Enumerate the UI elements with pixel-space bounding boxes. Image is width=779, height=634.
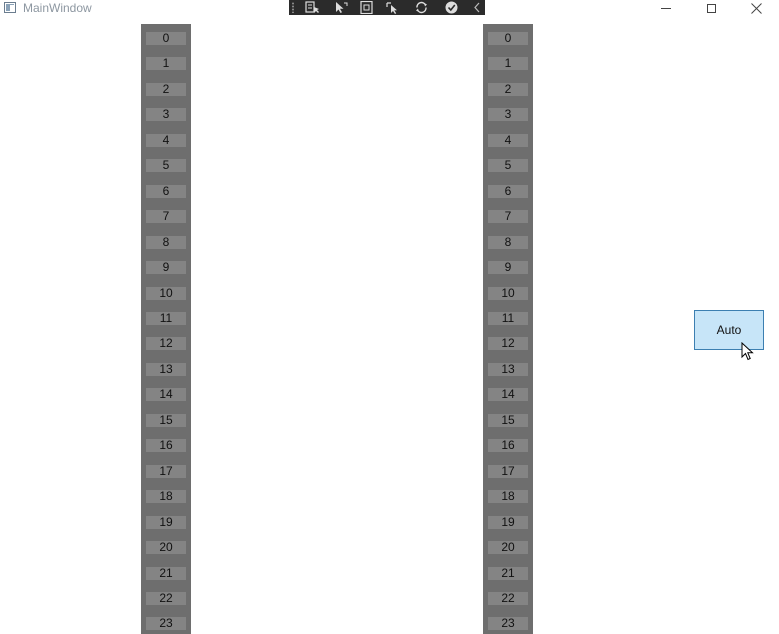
binding-failures-button[interactable] (440, 0, 462, 15)
mouse-cursor-icon (741, 342, 754, 361)
left-list-item[interactable]: 20 (146, 541, 186, 554)
right-list-item[interactable]: 22 (488, 592, 528, 605)
right-list-item[interactable]: 0 (488, 32, 528, 45)
display-layout-adorners-icon (359, 1, 373, 14)
left-list-item[interactable]: 7 (146, 210, 186, 223)
right-list-item[interactable]: 11 (488, 312, 528, 325)
minimize-button[interactable] (643, 0, 689, 17)
right-list-item[interactable]: 7 (488, 210, 528, 223)
left-list-item[interactable]: 0 (146, 32, 186, 45)
right-list-item[interactable]: 14 (488, 388, 528, 401)
left-list-item[interactable]: 19 (146, 516, 186, 529)
left-list-item[interactable]: 12 (146, 337, 186, 350)
right-list-item[interactable]: 15 (488, 414, 528, 427)
left-list-item[interactable]: 13 (146, 363, 186, 376)
display-layout-adorners-button[interactable] (355, 0, 377, 15)
left-list[interactable]: 0 1 2 3 4 5 6 7 8 9 10 11 12 13 14 15 16… (141, 24, 191, 634)
right-list-item[interactable]: 10 (488, 287, 528, 300)
left-list-item[interactable]: 17 (146, 465, 186, 478)
left-list-item[interactable]: 1 (146, 57, 186, 70)
track-focused-element-button[interactable] (381, 0, 403, 15)
left-list-item[interactable]: 8 (146, 236, 186, 249)
right-list-item[interactable]: 19 (488, 516, 528, 529)
right-list-item[interactable]: 21 (488, 567, 528, 580)
close-button[interactable] (733, 0, 779, 17)
right-list-item[interactable]: 8 (488, 236, 528, 249)
maximize-icon (706, 4, 716, 13)
left-list-item[interactable]: 2 (146, 83, 186, 96)
left-list-item[interactable]: 3 (146, 108, 186, 121)
right-list-item[interactable]: 16 (488, 439, 528, 452)
app-window-icon (4, 2, 16, 13)
left-list-item[interactable]: 11 (146, 312, 186, 325)
right-list-item[interactable]: 2 (488, 83, 528, 96)
hot-reload-icon (415, 1, 427, 14)
left-list-item[interactable]: 10 (146, 287, 186, 300)
left-list-item[interactable]: 15 (146, 414, 186, 427)
left-list-item[interactable]: 23 (146, 617, 186, 630)
right-list-item[interactable]: 17 (488, 465, 528, 478)
toolbar-grip-icon[interactable] (292, 2, 294, 13)
right-list-item[interactable]: 9 (488, 261, 528, 274)
left-list-item[interactable]: 9 (146, 261, 186, 274)
debug-toolbar (289, 0, 485, 15)
right-list-item[interactable]: 6 (488, 185, 528, 198)
select-pointer-button[interactable] (329, 0, 351, 15)
right-list-item[interactable]: 23 (488, 617, 528, 630)
track-focused-element-icon (385, 2, 397, 14)
select-pointer-icon (335, 2, 347, 13)
left-list-item[interactable]: 4 (146, 134, 186, 147)
hot-reload-button[interactable] (410, 0, 432, 15)
left-list-item[interactable]: 5 (146, 159, 186, 172)
maximize-button[interactable] (688, 0, 734, 17)
close-icon (750, 3, 762, 14)
right-list-item[interactable]: 5 (488, 159, 528, 172)
right-list-item[interactable]: 4 (488, 134, 528, 147)
right-list-item[interactable]: 1 (488, 57, 528, 70)
left-list-item[interactable]: 18 (146, 490, 186, 503)
right-list-item[interactable]: 20 (488, 541, 528, 554)
window-title: MainWindow (23, 1, 92, 15)
right-list-item[interactable]: 12 (488, 337, 528, 350)
right-list-item[interactable]: 3 (488, 108, 528, 121)
select-element-icon (304, 1, 319, 13)
right-list[interactable]: 0 1 2 3 4 5 6 7 8 9 10 11 12 13 14 15 16… (483, 24, 533, 634)
left-list-item[interactable]: 21 (146, 567, 186, 580)
select-element-button[interactable] (301, 0, 323, 15)
left-list-item[interactable]: 6 (146, 185, 186, 198)
chevron-left-icon[interactable] (472, 1, 482, 14)
left-list-item[interactable]: 22 (146, 592, 186, 605)
right-list-item[interactable]: 13 (488, 363, 528, 376)
left-list-item[interactable]: 14 (146, 388, 186, 401)
right-list-item[interactable]: 18 (488, 490, 528, 503)
binding-failures-check-icon (445, 1, 457, 14)
minimize-icon (661, 8, 671, 9)
left-list-item[interactable]: 16 (146, 439, 186, 452)
